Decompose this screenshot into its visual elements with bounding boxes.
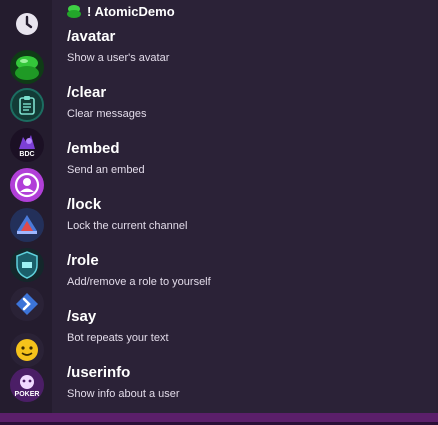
user-circle-server-icon[interactable] (10, 168, 44, 202)
poker-server-icon[interactable]: POKER (10, 368, 44, 402)
command-description: Add/remove a role to yourself (67, 276, 211, 288)
command-item-userinfo[interactable]: /userinfo Show info about a user (67, 363, 407, 401)
command-item-avatar[interactable]: /avatar Show a user's avatar (67, 27, 407, 65)
command-description: Clear messages (67, 108, 147, 120)
scrollbar[interactable] (430, 0, 434, 413)
command-description: Lock the current channel (67, 220, 188, 232)
slash-command-popup: BDC POKER ! AtomicDemo /avatar Show a us… (0, 0, 438, 413)
command-name: /lock (67, 196, 102, 213)
green-blob-icon (66, 4, 82, 18)
ship-server-icon[interactable] (10, 208, 44, 242)
command-description: Send an embed (67, 164, 145, 176)
command-name: /avatar (67, 28, 116, 45)
diamond-arrow-server-icon[interactable] (10, 287, 44, 321)
poker-label: POKER (14, 391, 40, 398)
command-name: /say (67, 308, 97, 325)
bot-header: ! AtomicDemo (66, 2, 175, 20)
command-item-say[interactable]: /say Bot repeats your text (67, 307, 407, 345)
command-name: /clear (67, 84, 107, 101)
command-name: /userinfo (67, 364, 131, 381)
emoji-server-icon[interactable] (10, 333, 44, 367)
green-blob-server-icon[interactable] (10, 50, 44, 84)
command-description: Show info about a user (67, 388, 180, 400)
command-item-embed[interactable]: /embed Send an embed (67, 139, 407, 177)
command-description: Bot repeats your text (67, 332, 169, 344)
bdc-label: BDC (19, 151, 35, 158)
clock-icon[interactable] (10, 7, 44, 41)
chat-input-edge (0, 413, 438, 425)
clipboard-server-icon[interactable] (10, 88, 44, 122)
command-item-lock[interactable]: /lock Lock the current channel (67, 195, 407, 233)
command-list-panel: ! AtomicDemo /avatar Show a user's avata… (52, 0, 436, 413)
bdc-server-icon[interactable]: BDC (10, 128, 44, 162)
shield-server-icon[interactable] (10, 248, 44, 282)
command-description: Show a user's avatar (67, 52, 170, 64)
command-name: /role (67, 252, 99, 269)
server-sidebar: BDC POKER (0, 0, 52, 413)
command-item-clear[interactable]: /clear Clear messages (67, 83, 407, 121)
command-name: /embed (67, 140, 120, 157)
bot-name: ! AtomicDemo (87, 3, 175, 19)
command-item-role[interactable]: /role Add/remove a role to yourself (67, 251, 407, 289)
